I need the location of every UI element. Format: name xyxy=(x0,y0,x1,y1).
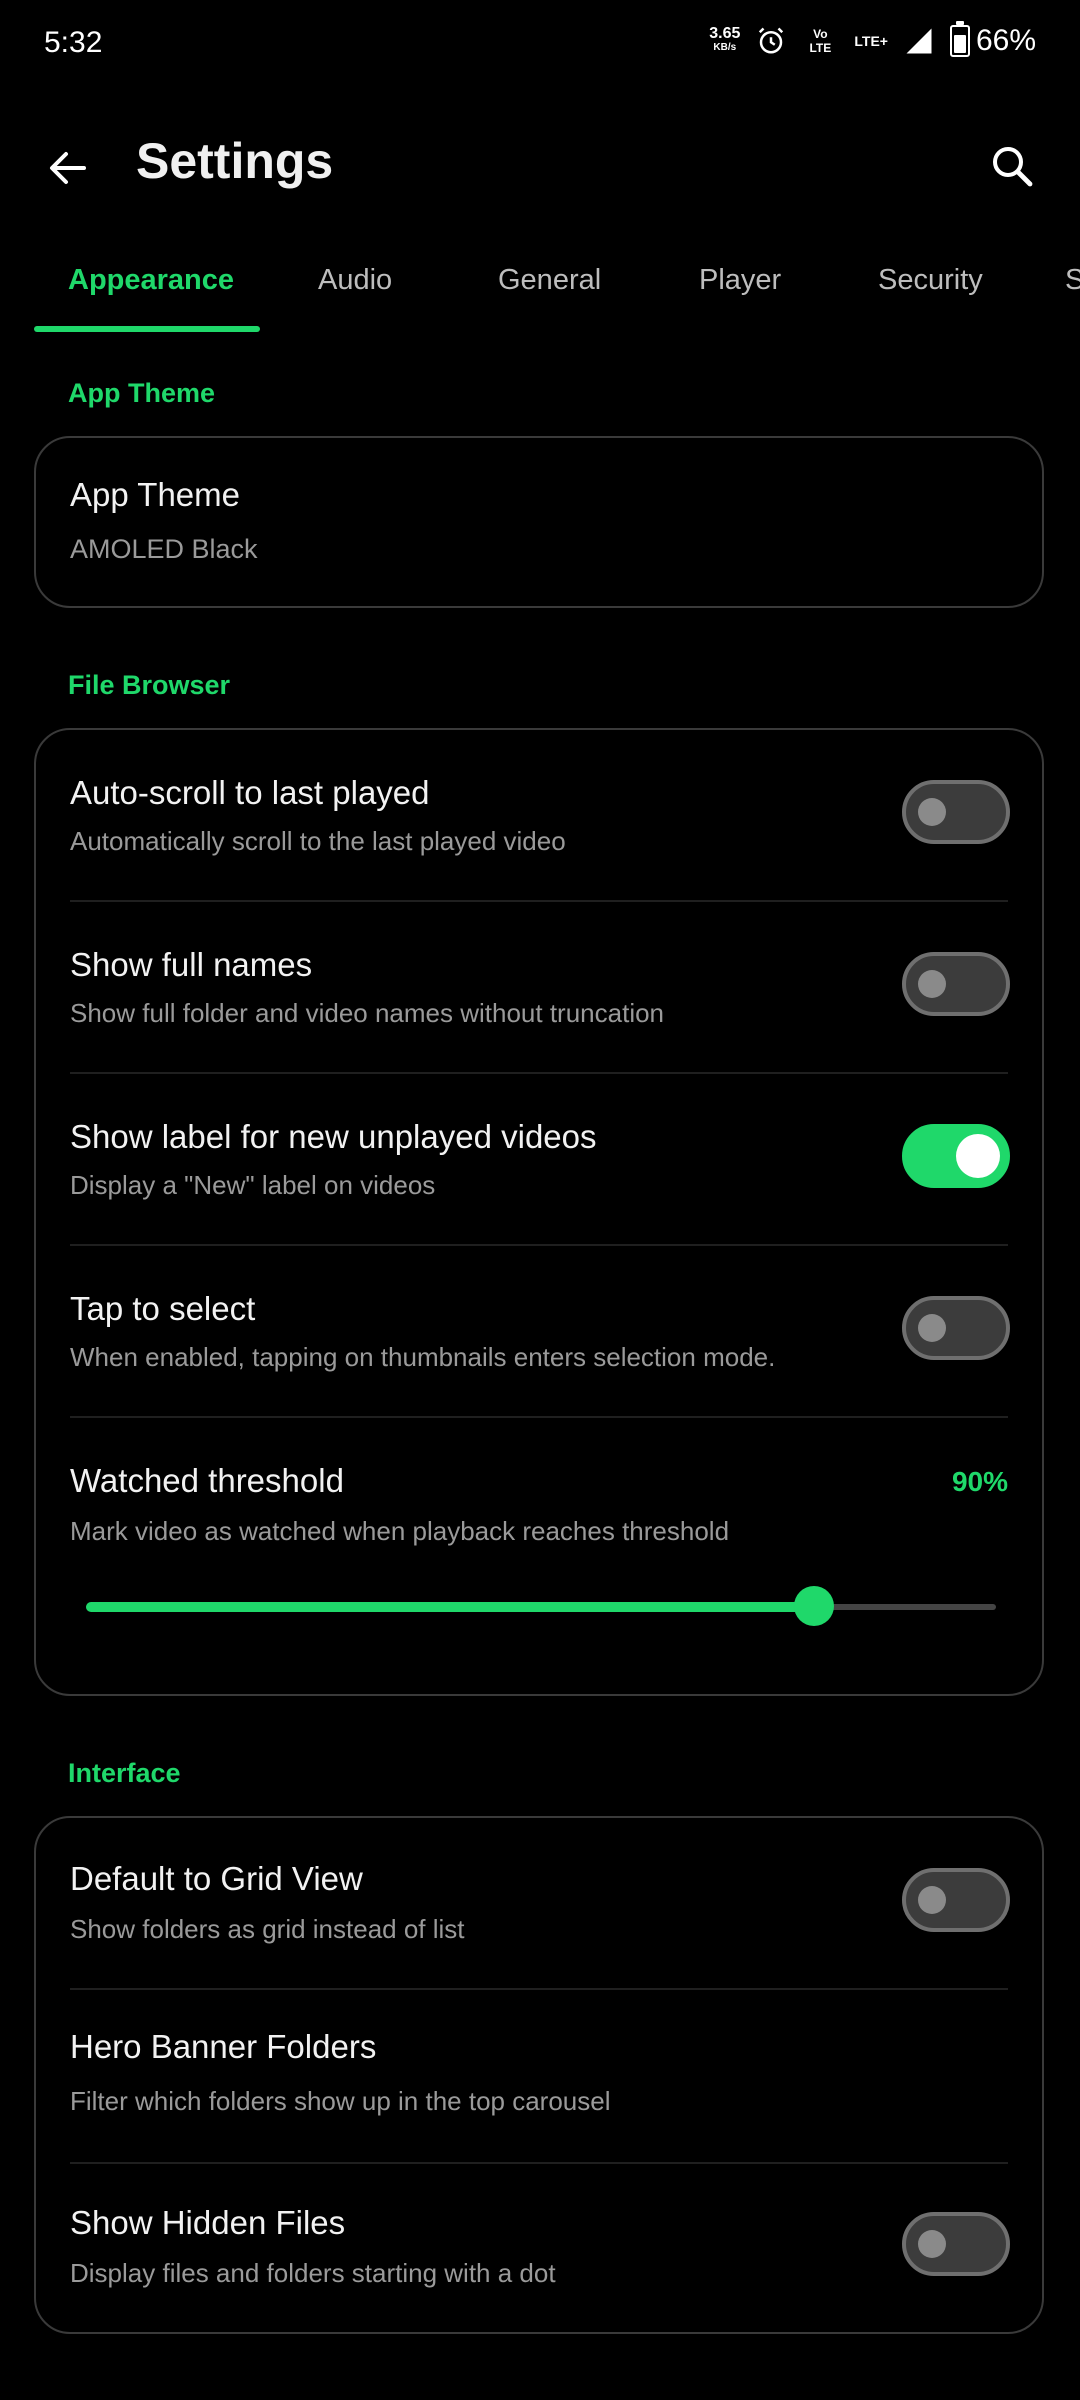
setting-subtitle: Automatically scroll to the last played … xyxy=(70,826,566,856)
setting-title: Show label for new unplayed videos xyxy=(70,1118,597,1155)
setting-app-theme[interactable]: App Theme AMOLED Black xyxy=(36,438,1042,606)
setting-title: Show full names xyxy=(70,946,313,983)
threshold-value: 90% xyxy=(951,1466,1008,1497)
card-file-browser: Auto-scroll to last played Automatically… xyxy=(34,728,1044,1696)
toggle-knob xyxy=(956,1134,1000,1178)
toggle-knob xyxy=(918,2230,946,2258)
battery: 66% xyxy=(949,21,1036,58)
toggle-knob xyxy=(918,798,946,826)
setting-title: App Theme xyxy=(70,476,240,513)
tab-security[interactable]: Security xyxy=(878,264,983,297)
battery-percent: 66% xyxy=(975,24,1036,57)
settings-tabs: Appearance Audio General Player Security… xyxy=(0,250,1080,334)
setting-subtitle: When enabled, tapping on thumbnails ente… xyxy=(70,1342,776,1372)
section-title-file-browser: File Browser xyxy=(68,670,231,700)
setting-subtitle: Show folders as grid instead of list xyxy=(70,1914,465,1944)
slider-fill xyxy=(86,1602,814,1612)
top-app-bar: Settings xyxy=(0,120,1080,220)
setting-subtitle: Show full folder and video names without… xyxy=(70,998,665,1028)
tab-more[interactable]: S xyxy=(1065,264,1080,297)
setting-tap-to-select[interactable]: Tap to select When enabled, tapping on t… xyxy=(36,1246,1042,1416)
page-title: Settings xyxy=(136,133,334,189)
card-app-theme: App Theme AMOLED Black xyxy=(34,436,1044,608)
slider-thumb[interactable] xyxy=(794,1586,834,1626)
grid-view-toggle[interactable] xyxy=(902,1868,1010,1932)
show-full-names-toggle[interactable] xyxy=(902,952,1010,1016)
new-label-toggle[interactable] xyxy=(902,1124,1010,1188)
tab-indicator xyxy=(34,326,260,332)
setting-new-label[interactable]: Show label for new unplayed videos Displ… xyxy=(36,1074,1042,1244)
battery-icon xyxy=(949,21,970,57)
setting-title: Tap to select xyxy=(70,1290,256,1327)
alarm-icon xyxy=(759,27,784,54)
setting-title: Watched threshold xyxy=(70,1462,344,1499)
setting-subtitle: Filter which folders show up in the top … xyxy=(70,2086,611,2116)
toggle-knob xyxy=(918,970,946,998)
tab-audio[interactable]: Audio xyxy=(318,264,392,297)
setting-subtitle: Display files and folders starting with … xyxy=(70,2258,556,2288)
lte-indicator: LTE+ xyxy=(854,33,888,49)
setting-grid-view[interactable]: Default to Grid View Show folders as gri… xyxy=(36,1818,1042,1988)
setting-title: Show Hidden Files xyxy=(70,2204,346,2241)
setting-hero-banner-folders[interactable]: Hero Banner Folders Filter which folders… xyxy=(36,1990,1042,2162)
tab-general[interactable]: General xyxy=(498,264,601,297)
signal-icon xyxy=(906,28,932,54)
arrow-back-icon[interactable] xyxy=(44,144,92,192)
setting-title: Hero Banner Folders xyxy=(70,2028,377,2065)
setting-hidden-files[interactable]: Show Hidden Files Display files and fold… xyxy=(36,2164,1042,2334)
toggle-knob xyxy=(918,1886,946,1914)
setting-title: Auto-scroll to last played xyxy=(70,774,430,811)
volte-indicator: Vo LTE xyxy=(809,27,832,55)
setting-title: Default to Grid View xyxy=(70,1860,363,1897)
tap-to-select-toggle[interactable] xyxy=(902,1296,1010,1360)
search-icon[interactable] xyxy=(988,142,1036,190)
section-title-app-theme: App Theme xyxy=(68,378,216,408)
setting-show-full-names[interactable]: Show full names Show full folder and vid… xyxy=(36,902,1042,1072)
card-interface: Default to Grid View Show folders as gri… xyxy=(34,1816,1044,2334)
auto-scroll-toggle[interactable] xyxy=(902,780,1010,844)
status-bar: 5:32 3.65 KB/s Vo LTE LTE+ 66% xyxy=(0,0,1080,92)
toggle-knob xyxy=(918,1314,946,1342)
setting-subtitle: Display a "New" label on videos xyxy=(70,1170,436,1200)
network-speed: 3.65 KB/s xyxy=(709,25,741,54)
tab-player[interactable]: Player xyxy=(699,264,781,297)
setting-auto-scroll[interactable]: Auto-scroll to last played Automatically… xyxy=(36,730,1042,900)
hidden-files-toggle[interactable] xyxy=(902,2212,1010,2276)
setting-subtitle: Mark video as watched when playback reac… xyxy=(70,1516,730,1546)
threshold-slider[interactable] xyxy=(86,1586,996,1626)
tab-appearance[interactable]: Appearance xyxy=(68,264,234,297)
setting-watched-threshold: Watched threshold 90% Mark video as watc… xyxy=(36,1418,1042,1694)
status-time: 5:32 xyxy=(44,26,103,59)
setting-value: AMOLED Black xyxy=(70,534,258,564)
section-title-interface: Interface xyxy=(68,1758,181,1788)
status-icons: 3.65 KB/s Vo LTE LTE+ 66% xyxy=(709,21,1036,58)
